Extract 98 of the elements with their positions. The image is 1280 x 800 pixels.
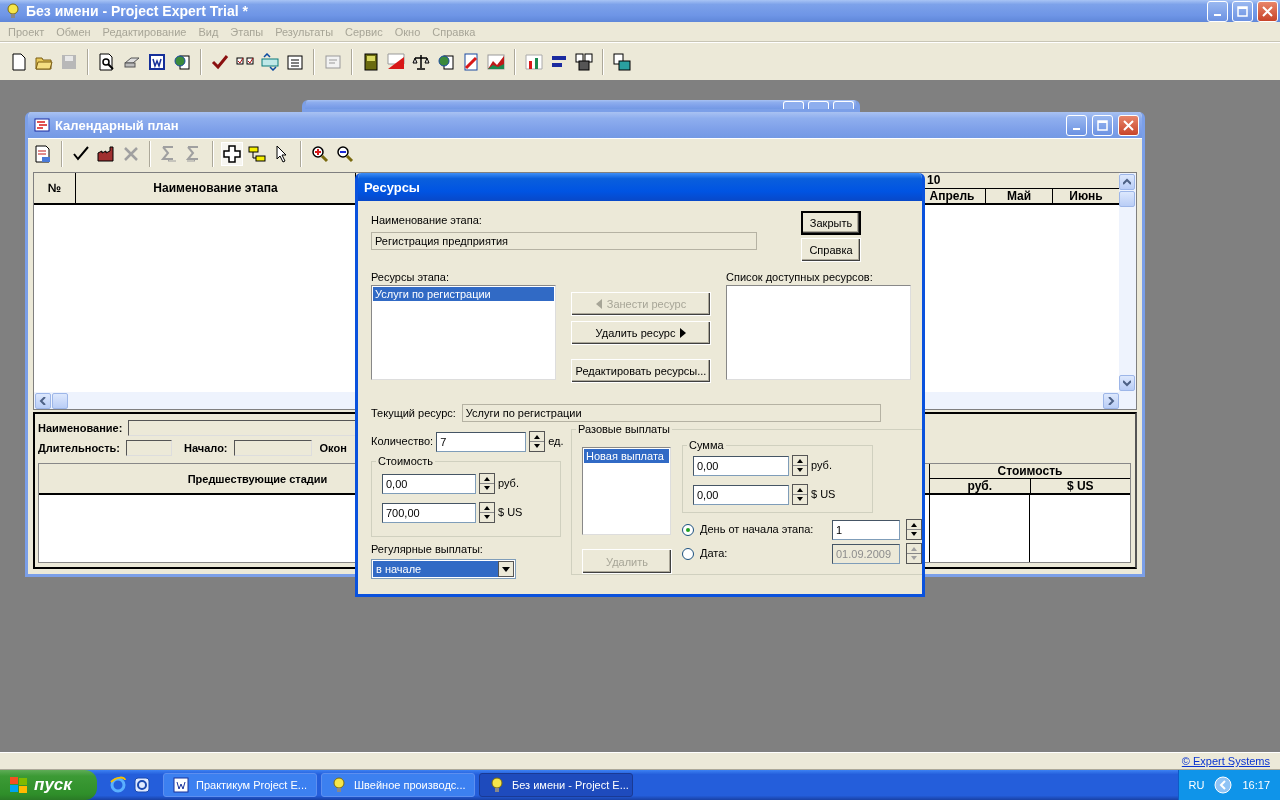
group-label: Разовые выплаты (577, 423, 671, 435)
minimize-button[interactable] (1066, 114, 1087, 136)
close-icon (1262, 5, 1273, 17)
unit-label: руб. (498, 477, 519, 490)
taskbar-button[interactable]: Практикум Project E... (163, 773, 317, 797)
group-label: Стоимость (377, 455, 435, 467)
chevron-down-icon (1123, 379, 1131, 387)
taskbar-button[interactable]: Без имени - Project E... (479, 773, 633, 797)
chevron-right-icon (1107, 396, 1115, 405)
column-header: Предшествующие стадии (187, 472, 328, 485)
document-icon (172, 776, 190, 794)
dialog-button[interactable]: Справка (801, 238, 861, 262)
regular-payments-dropdown[interactable]: в начале (371, 559, 516, 579)
scroll-right-button[interactable] (1103, 392, 1119, 409)
dialog-title: Ресурсы (364, 179, 421, 195)
dialog-button[interactable]: Закрыть (801, 211, 861, 235)
unit-label: $ US (811, 488, 836, 501)
option-field[interactable]: 1 (832, 519, 900, 540)
unit-label: ед. (548, 435, 564, 448)
minimize-icon (1073, 128, 1080, 130)
field-label: Ресурсы этапа: (371, 271, 450, 284)
spinner[interactable] (529, 431, 546, 452)
unit-label: руб. (811, 459, 832, 472)
spinner[interactable] (479, 502, 495, 523)
minimize-button[interactable] (1207, 0, 1228, 22)
quantity-field[interactable]: 7 (436, 431, 527, 452)
field-label: Наименование: (38, 422, 123, 434)
field-label: Длительность: (38, 442, 120, 454)
radio-button[interactable] (682, 523, 694, 536)
windows-logo-icon (10, 777, 28, 793)
close-button[interactable] (1257, 0, 1278, 22)
unit-label: $ US (498, 506, 523, 519)
column-header: $ US (1065, 479, 1095, 493)
spinner[interactable] (792, 455, 808, 476)
cost-field[interactable]: 700,00 (382, 502, 476, 523)
window-title: Без имени - Project Expert Trial * (26, 3, 249, 19)
spinner[interactable] (479, 473, 495, 494)
current-resource-field[interactable]: Услуги по регистрации (461, 404, 881, 422)
scroll-down-button[interactable] (1119, 375, 1135, 391)
field-label: Начало: (184, 442, 228, 454)
spinner[interactable] (906, 543, 922, 564)
spinner[interactable] (906, 519, 922, 540)
maximize-button[interactable] (1092, 114, 1113, 136)
taskbar-button[interactable]: Швейное производс... (321, 773, 475, 797)
chevron-left-icon (39, 396, 47, 405)
clock: 16:17 (1242, 779, 1270, 791)
start-button[interactable]: пуск (0, 770, 97, 800)
stage-name-field[interactable]: Регистрация предприятия (371, 232, 757, 250)
minimize-icon (1214, 14, 1221, 16)
browser-icon[interactable] (133, 776, 151, 794)
restore-button[interactable] (1232, 0, 1253, 22)
expert-systems-link[interactable]: © Expert Systems (1181, 755, 1270, 767)
list-item[interactable]: Услуги по регистрации (373, 287, 554, 301)
maximize-icon (1097, 119, 1108, 131)
group-label: Сумма (688, 439, 725, 451)
sum-field[interactable]: 0,00 (693, 455, 789, 476)
action-button[interactable]: Редактировать ресурсы... (571, 359, 711, 383)
scroll-thumb[interactable] (52, 392, 68, 409)
browser-icon[interactable] (109, 776, 127, 794)
year-header: 10 (926, 173, 942, 188)
field-label: Список доступных ресурсов: (726, 271, 874, 284)
expand-tray-icon[interactable] (1214, 776, 1233, 794)
scroll-thumb[interactable] (1119, 191, 1135, 207)
start-field[interactable] (233, 440, 312, 456)
spinner[interactable] (792, 484, 808, 505)
field-label: Окон (319, 442, 347, 454)
stage-resources-list[interactable]: Услуги по регистрации (371, 285, 556, 380)
payments-list[interactable]: Новая выплата (582, 447, 671, 535)
duration-field[interactable] (126, 440, 172, 456)
column-header: № (34, 173, 76, 203)
window-title: Календарный план (55, 117, 180, 133)
left-arrow-icon (595, 299, 602, 309)
field-label: Наименование этапа: (371, 214, 483, 227)
option-label: День от начала этапа: (700, 523, 815, 536)
column-header: Стоимость (930, 464, 1130, 479)
month-header: Май (985, 188, 1052, 203)
scroll-left-button[interactable] (35, 392, 51, 409)
scroll-up-button[interactable] (1119, 174, 1135, 190)
bulb-icon (330, 776, 348, 794)
close-button[interactable] (1118, 114, 1139, 136)
option-label: Дата: (700, 547, 729, 560)
sum-field[interactable]: 0,00 (693, 484, 789, 505)
calendar-plan-icon (34, 118, 50, 132)
action-button[interactable]: Удалить ресурс (571, 321, 711, 345)
plus-icon[interactable] (221, 141, 243, 166)
list-item[interactable]: Новая выплата (584, 449, 669, 463)
close-icon (1123, 119, 1134, 131)
column-header: руб. (930, 479, 1031, 493)
field-label: Регулярные выплаты: (371, 543, 484, 556)
bulb-icon (488, 776, 506, 794)
language-indicator[interactable]: RU (1188, 779, 1205, 791)
field-label: Текущий ресурс: (371, 406, 456, 420)
field-label: Количество: (371, 435, 434, 448)
chevron-up-icon (1123, 178, 1131, 186)
app-icon (4, 2, 22, 20)
restore-icon (1237, 5, 1248, 17)
cost-field[interactable]: 0,00 (382, 473, 476, 494)
right-arrow-icon (680, 328, 687, 338)
